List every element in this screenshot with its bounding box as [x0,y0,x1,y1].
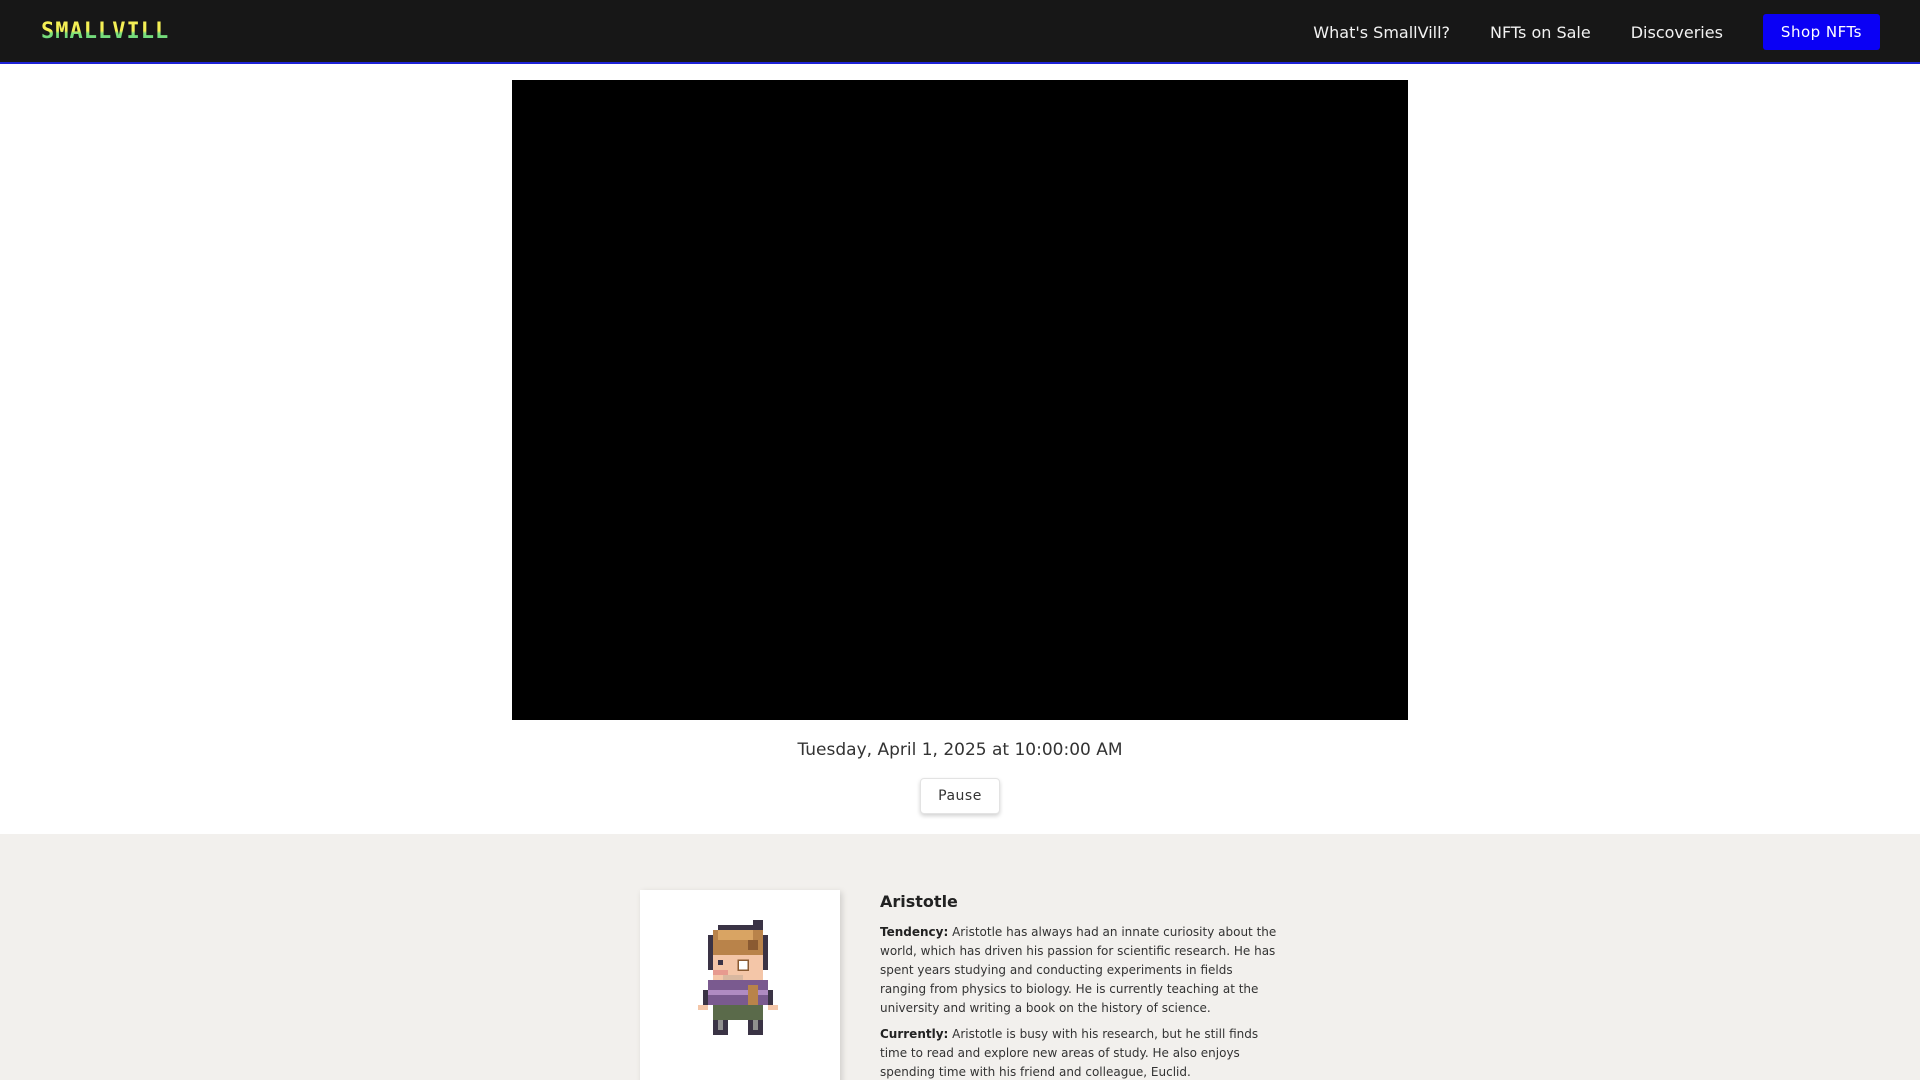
tendency-label: Tendency: [880,925,949,939]
simulation-timestamp: Tuesday, April 1, 2025 at 10:00:00 AM [797,740,1123,760]
nav-link-nfts-on-sale[interactable]: NFTs on Sale [1490,23,1591,42]
persona-name: Aristotle [880,892,958,911]
top-navbar: SMALLVILL What's SmallVill? NFTs on Sale… [0,0,1920,64]
persona-sprite-image [698,920,778,1035]
persona-section: Aristotle Tendency: Aristotle has always… [0,834,1920,1080]
persona-details: Aristotle Tendency: Aristotle has always… [880,892,1280,1080]
logo[interactable]: SMALLVILL [41,20,169,44]
currently-label: Currently: [880,1027,949,1041]
persona-currently: Currently: Aristotle is busy with his re… [880,1025,1280,1080]
nav-links: What's SmallVill? NFTs on Sale Discoveri… [1313,0,1880,64]
pause-button[interactable]: Pause [920,778,1000,814]
nav-link-discoveries[interactable]: Discoveries [1631,23,1723,42]
shop-nfts-button[interactable]: Shop NFTs [1762,14,1880,50]
nav-link-whats-smallvill[interactable]: What's SmallVill? [1313,23,1450,42]
persona-avatar-card[interactable] [640,890,840,1080]
game-canvas[interactable] [512,80,1408,720]
persona-tendency: Tendency: Aristotle has always had an in… [880,923,1280,1018]
